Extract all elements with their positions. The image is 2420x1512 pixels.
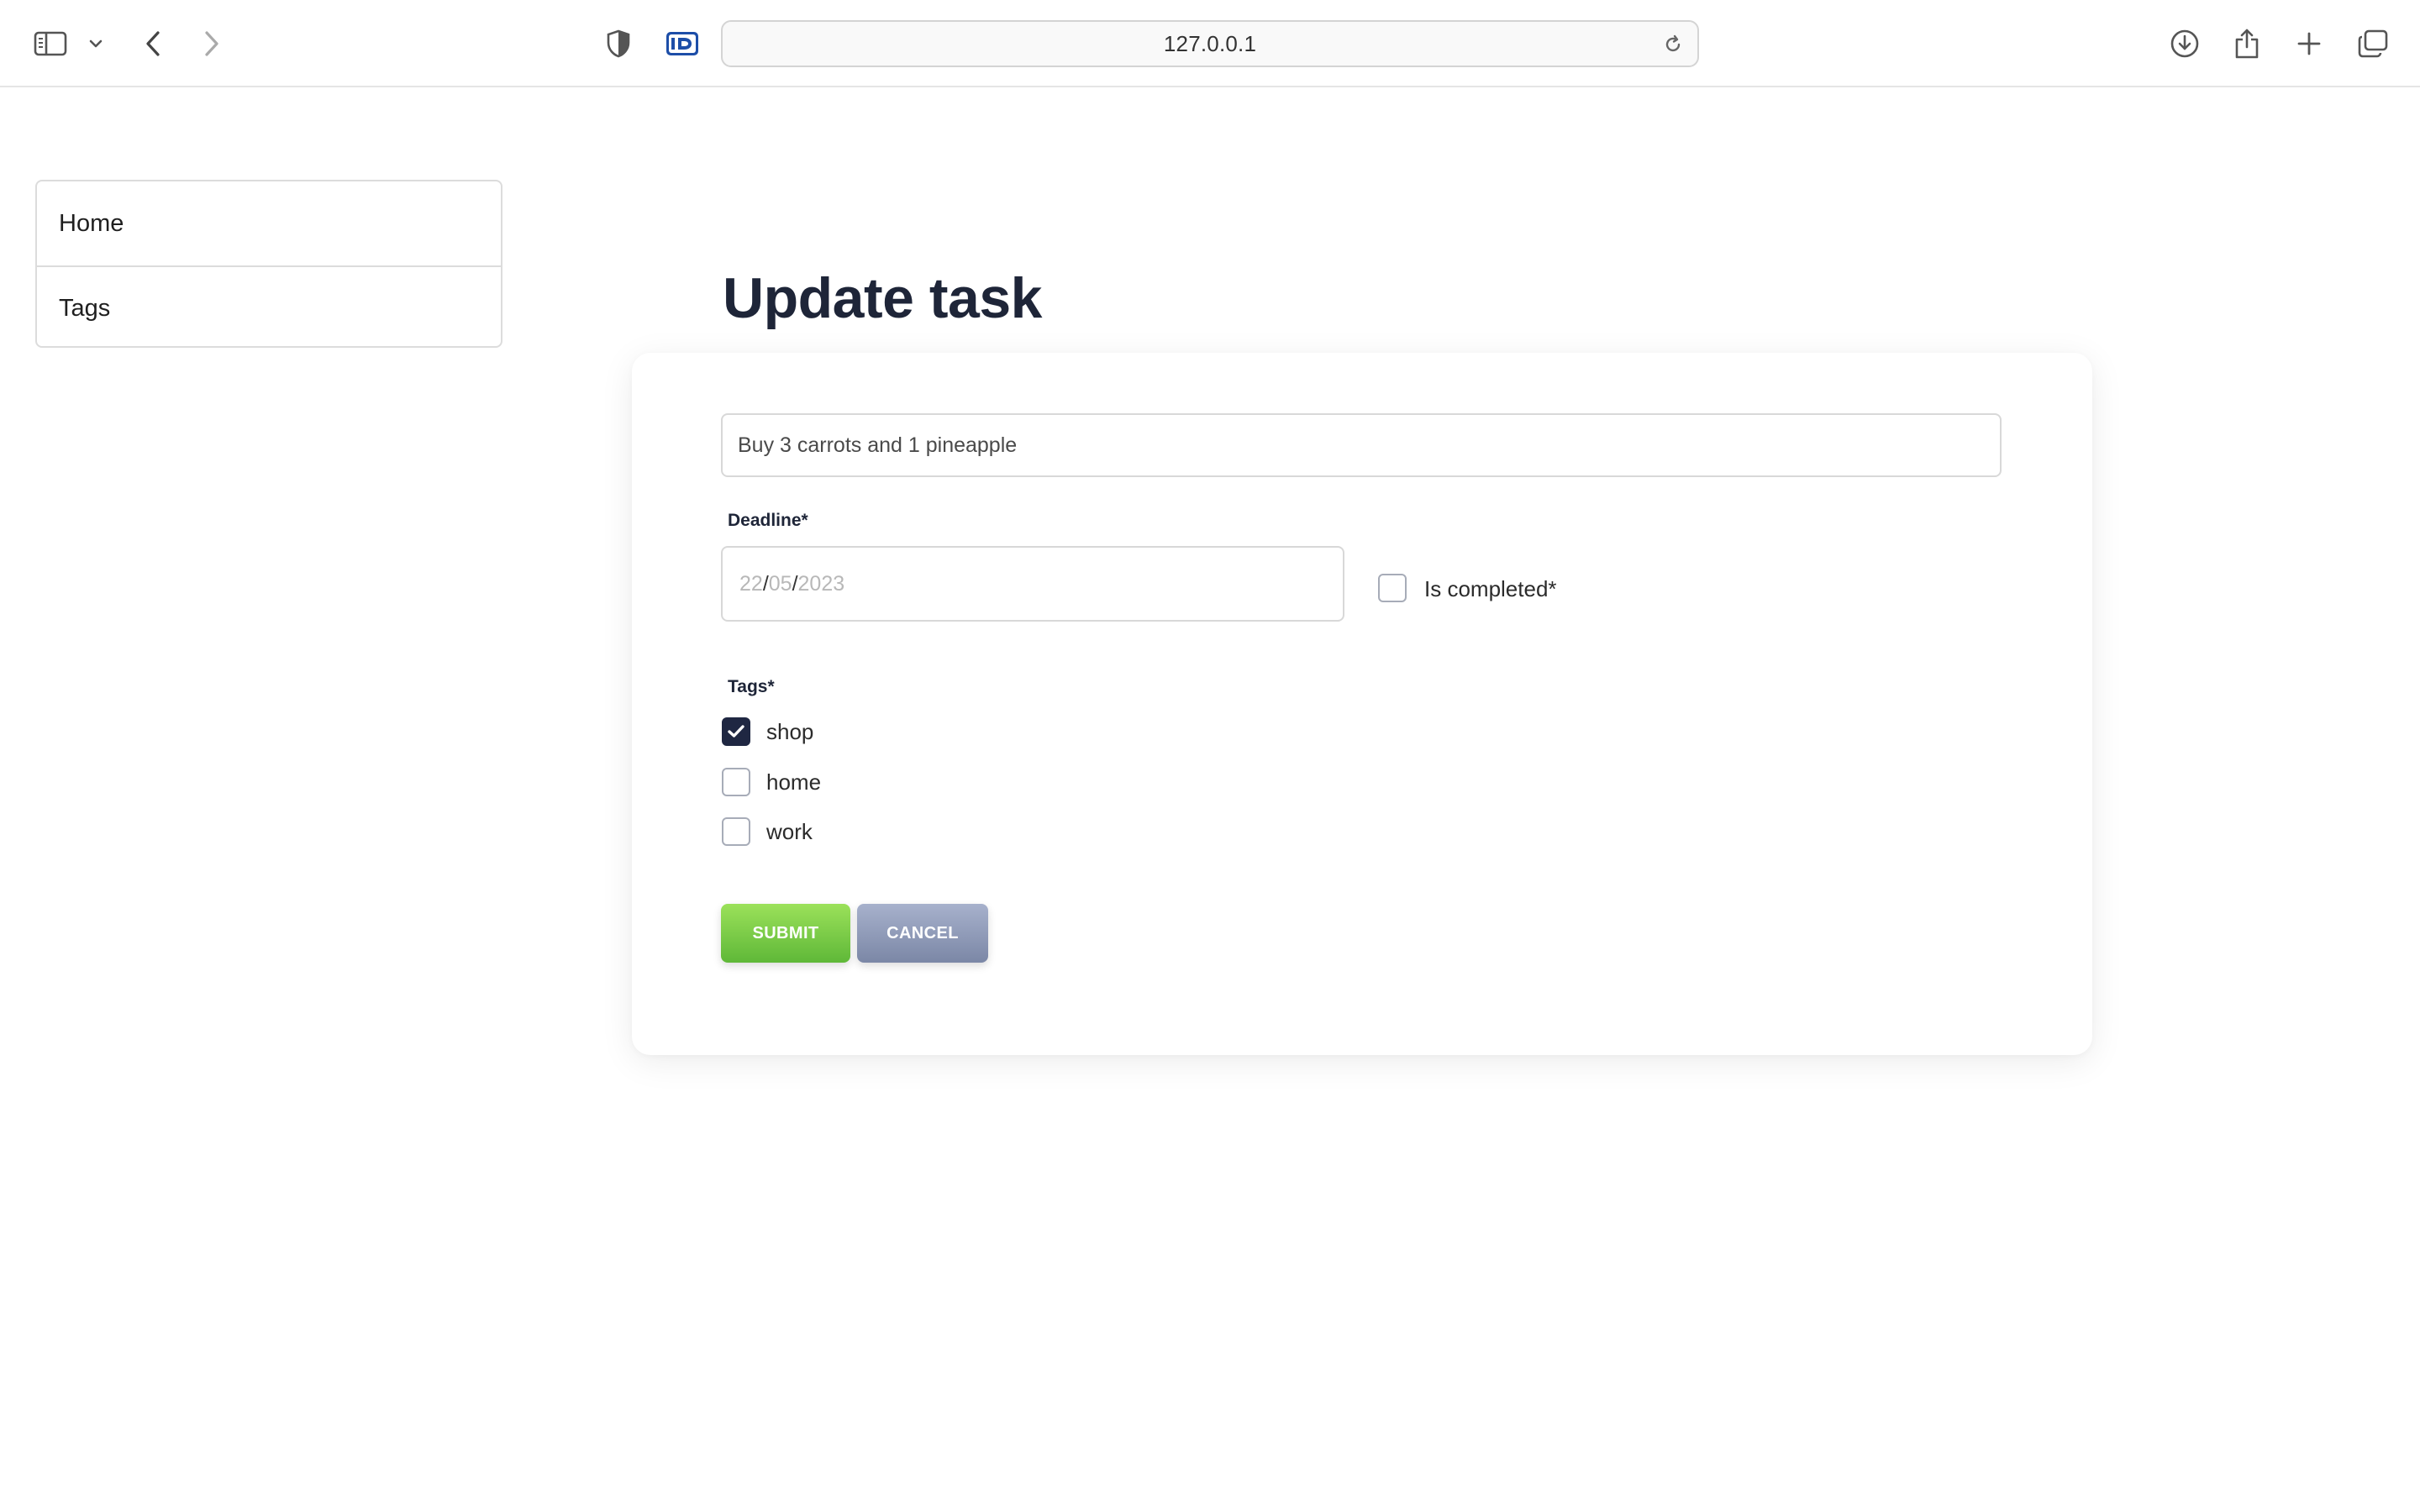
deadline-year: 2023: [797, 571, 845, 596]
date-separator: /: [762, 571, 769, 596]
tag-work-label: work: [766, 819, 813, 844]
tabs-overview-icon[interactable]: [2349, 20, 2396, 67]
tag-work-checkbox[interactable]: [722, 817, 750, 846]
sidebar-nav: Home Tags: [35, 180, 502, 348]
tag-shop-checkbox[interactable]: [722, 717, 750, 746]
plus-icon[interactable]: [2286, 20, 2333, 67]
is-completed-checkbox[interactable]: [1378, 574, 1407, 602]
deadline-day: 22: [739, 571, 763, 596]
deadline-month: 05: [768, 571, 792, 596]
url-text: 127.0.0.1: [1163, 30, 1257, 56]
address-bar[interactable]: 127.0.0.1: [721, 20, 1699, 67]
back-arrow-icon[interactable]: [129, 20, 176, 67]
page-title: Update task: [723, 266, 1042, 330]
browser-toolbar: 127.0.0.1: [0, 0, 2420, 87]
checkmark-icon: [728, 725, 744, 738]
shield-icon[interactable]: [595, 20, 642, 67]
reload-icon[interactable]: [1660, 32, 1686, 57]
deadline-label: Deadline*: [728, 511, 808, 530]
forward-arrow-icon[interactable]: [188, 20, 235, 67]
submit-button[interactable]: SUBMIT: [721, 904, 850, 963]
is-completed-label: Is completed*: [1424, 576, 1557, 601]
deadline-date-input[interactable]: 22 / 05 / 2023: [721, 546, 1344, 622]
cancel-button[interactable]: CANCEL: [857, 904, 988, 963]
date-separator: /: [792, 571, 798, 596]
sidebar-item-tags[interactable]: Tags: [37, 265, 501, 346]
chevron-down-icon[interactable]: [74, 20, 118, 67]
sidebar-item-home[interactable]: Home: [37, 181, 501, 265]
tag-home-label: home: [766, 769, 822, 795]
tags-label: Tags*: [728, 677, 775, 696]
tag-home-checkbox[interactable]: [722, 768, 750, 796]
download-icon[interactable]: [2161, 20, 2208, 67]
id-extension-icon[interactable]: [659, 20, 706, 67]
task-title-input[interactable]: [721, 413, 2002, 477]
tag-shop-label: shop: [766, 719, 814, 744]
sidebar-icon[interactable]: [27, 20, 74, 67]
share-icon[interactable]: [2223, 20, 2270, 67]
